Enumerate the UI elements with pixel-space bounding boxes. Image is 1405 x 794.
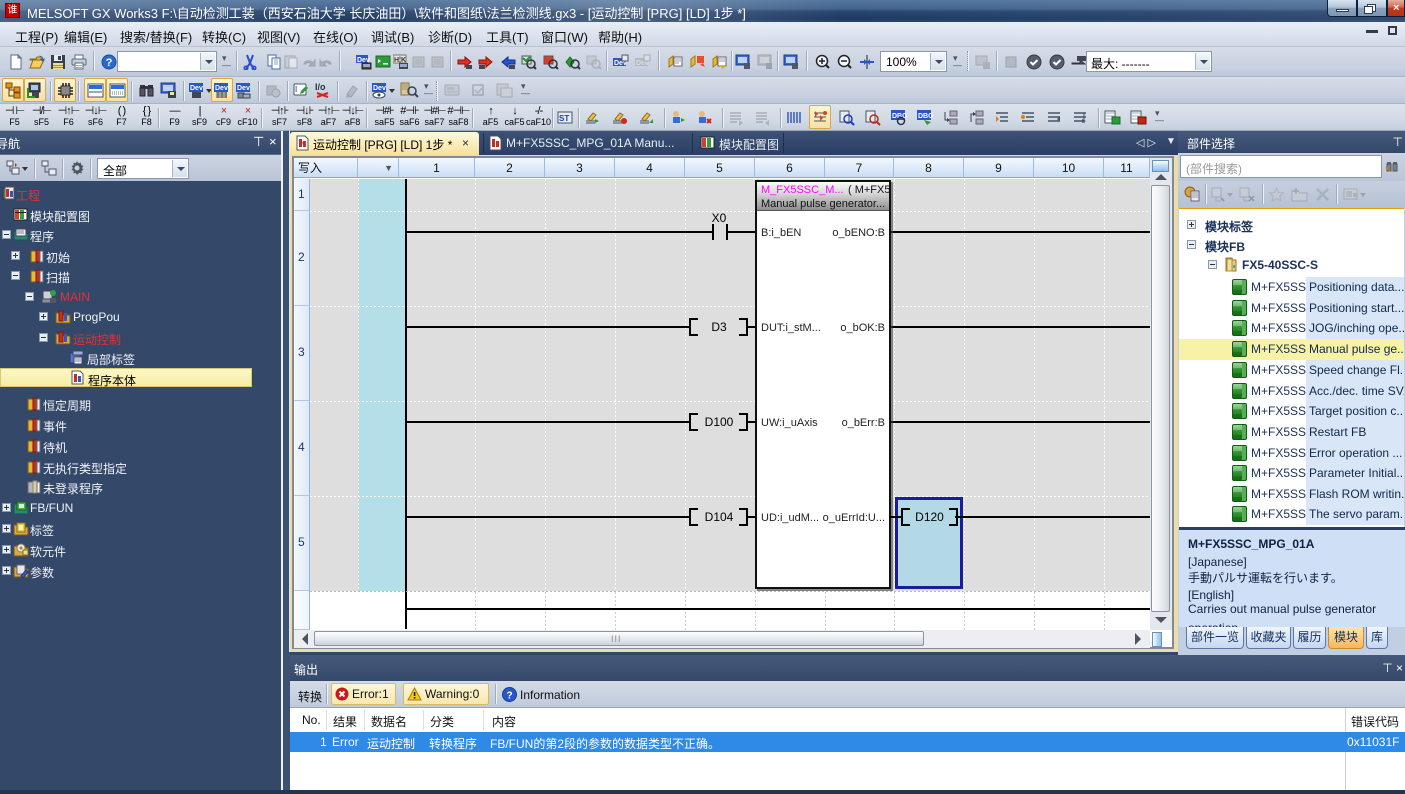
svg-text:DBG: DBG — [892, 113, 907, 120]
svg-text:Dev: Dev — [190, 85, 203, 92]
svg-text:DBG: DBG — [918, 113, 933, 120]
svg-text:Dev: Dev — [215, 85, 228, 92]
svg-text:Dev: Dev — [237, 85, 250, 92]
svg-text:?: ? — [106, 57, 113, 69]
svg-text:ST: ST — [559, 114, 569, 123]
svg-text:Dev: Dev — [373, 85, 386, 92]
svg-text:I/o: I/o — [315, 82, 326, 92]
svg-text:H¦K: H¦K — [394, 57, 406, 64]
svg-text:I: I — [295, 85, 297, 94]
svg-text:?: ? — [506, 691, 512, 702]
